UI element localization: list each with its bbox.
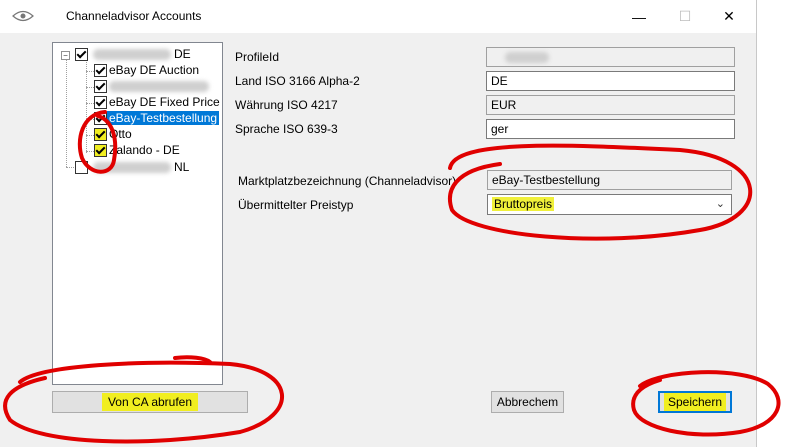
accounts-window: Channeladvisor Accounts — ☐ ✕ − DE eBay … [0,0,757,447]
currency-label: Währung ISO 4217 [235,98,338,112]
language-field[interactable]: ger [486,119,735,139]
tree-item-label[interactable]: eBay DE Auction [109,63,199,77]
profile-id-field[interactable] [486,47,735,67]
second-root-checkbox[interactable] [75,161,88,174]
item-checkbox[interactable] [94,80,107,93]
title-bar: Channeladvisor Accounts — ☐ ✕ [0,0,756,33]
close-button[interactable]: ✕ [706,0,752,33]
country-label: Land ISO 3166 Alpha-2 [235,74,360,88]
accounts-tree[interactable]: − DE eBay DE Auction eBay DE Fixed Price… [52,42,223,385]
tree-item-selected-label[interactable]: eBay-Testbestellung [107,111,220,125]
maximize-button[interactable]: ☐ [662,0,708,33]
marketplace-label: Marktplatzbezeichnung (Channeladvisor) [238,174,457,188]
price-type-label: Übermittelter Preistyp [238,198,354,212]
language-label: Sprache ISO 639-3 [235,122,338,136]
window-title: Channeladvisor Accounts [66,9,202,23]
item-checkbox[interactable] [94,96,107,109]
redacted-account-name [93,49,171,60]
redacted-item-label [109,81,209,92]
cancel-button[interactable]: Abbrechem [491,391,564,413]
item-checkbox[interactable] [94,128,107,141]
chevron-down-icon: ⌄ [715,198,725,210]
redacted-account-name [93,162,171,173]
fetch-from-ca-button[interactable]: Von CA abrufen [52,391,248,413]
item-checkbox[interactable] [94,144,107,157]
root-collapse-toggle[interactable]: − [61,51,70,60]
tree-item-label[interactable]: Zalando - DE [109,143,180,157]
marketplace-field[interactable]: eBay-Testbestellung [487,170,732,190]
app-eye-icon [12,10,34,22]
profile-id-label: ProfileId [235,50,280,64]
redacted-profile-id [505,52,549,63]
tree-item-label[interactable]: Otto [109,127,132,141]
save-button[interactable]: Speichern [658,391,732,413]
currency-field[interactable]: EUR [486,95,735,115]
minimize-button[interactable]: — [616,0,662,33]
item-checkbox[interactable] [94,112,107,125]
price-type-dropdown[interactable]: Bruttopreis ⌄ [487,194,732,215]
root-node-label[interactable]: DE [174,47,191,61]
price-type-value: Bruttopreis [492,197,555,211]
tree-item-label[interactable]: eBay DE Fixed Price [109,95,220,109]
item-checkbox[interactable] [94,64,107,77]
root-checkbox[interactable] [75,48,88,61]
second-root-label[interactable]: NL [174,160,189,174]
country-field[interactable]: DE [486,71,735,91]
